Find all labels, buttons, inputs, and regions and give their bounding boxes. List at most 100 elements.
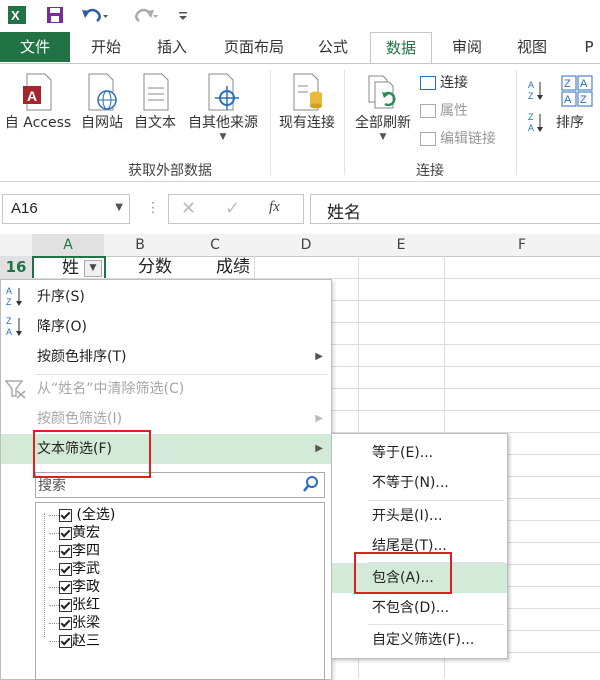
tab-page-layout[interactable]: 页面布局 (218, 32, 290, 62)
dropdown-arrow-icon: ▼ (219, 132, 227, 142)
refresh-icon (365, 72, 401, 112)
submenu-item-custom-filter[interactable]: 自定义筛选(F)... (332, 625, 507, 655)
refresh-all-label: 全部刷新 (355, 115, 411, 131)
checkbox-checked[interactable] (59, 598, 72, 612)
tab-view[interactable]: 视图 (508, 32, 556, 62)
list-item[interactable]: 李武 (49, 560, 100, 578)
formula-buttons: ✕ ✓ fx (168, 194, 304, 224)
ribbon-tab-bar: 文件 开始 插入 页面布局 公式 数据 审阅 视图 P (0, 32, 600, 64)
list-item[interactable]: 张梁 (49, 614, 100, 632)
access-icon: A (21, 72, 55, 112)
list-item-label: 李四 (72, 543, 100, 559)
tab-home[interactable]: 开始 (84, 32, 128, 62)
submenu-item-label: 等于(E)... (372, 445, 434, 461)
column-header-e[interactable]: E (358, 234, 445, 257)
save-icon[interactable] (44, 4, 66, 26)
check-icon[interactable]: ✓ (225, 198, 240, 219)
checkbox-checked[interactable] (59, 562, 72, 576)
menu-item-sort-by-color[interactable]: 按颜色排序(T) ▶ (1, 342, 331, 372)
formula-input[interactable]: 姓名 (310, 194, 600, 224)
chevron-right-icon: ▶ (315, 443, 323, 454)
menu-item-sort-descending[interactable]: ZA 降序(O) (1, 312, 331, 342)
close-icon[interactable]: ✕ (181, 198, 196, 219)
checkbox-checked[interactable] (59, 580, 72, 594)
cell-b16-text: 分数 (138, 257, 172, 277)
edit-links-icon (420, 132, 436, 146)
column-header-f[interactable]: F (444, 234, 600, 257)
checkbox-checked[interactable] (59, 508, 72, 522)
text-filter-submenu: 等于(E)... 不等于(N)... 开头是(I)... 结尾是(T)... 包… (331, 433, 508, 659)
svg-text:Z: Z (528, 112, 534, 122)
properties-icon (420, 104, 436, 118)
select-all-corner[interactable] (0, 234, 33, 257)
from-text-button[interactable]: 自文本 (130, 72, 180, 132)
list-item-select-all[interactable]: (全选) (49, 506, 115, 524)
from-other-sources-button[interactable]: 自其他来源 ▼ (182, 72, 264, 142)
svg-text:A: A (528, 80, 534, 90)
properties-button[interactable]: 属性 (420, 100, 468, 122)
group-separator (516, 70, 517, 175)
checkbox-checked[interactable] (59, 526, 72, 540)
from-text-label: 自文本 (134, 115, 176, 131)
from-access-button[interactable]: A 自 Access (2, 72, 74, 132)
submenu-item-does-not-contain[interactable]: 不包含(D)... (332, 593, 507, 623)
name-box[interactable]: A16 ▼ (2, 194, 130, 224)
list-item[interactable]: 李政 (49, 578, 100, 596)
svg-text:A: A (6, 327, 12, 337)
refresh-all-button[interactable]: 全部刷新 ▼ (350, 72, 416, 142)
name-box-value: A16 (11, 200, 38, 217)
column-header-b[interactable]: B (104, 234, 177, 257)
cell-b16[interactable]: 分数 (104, 256, 176, 278)
submenu-item-equals[interactable]: 等于(E)... (332, 438, 507, 468)
search-icon[interactable] (302, 475, 320, 497)
cell-c16[interactable]: 成绩 (176, 256, 254, 278)
tab-data[interactable]: 数据 (370, 32, 432, 64)
list-item[interactable]: 李四 (49, 542, 100, 560)
tab-review[interactable]: 审阅 (442, 32, 492, 62)
column-header-c[interactable]: C (176, 234, 255, 257)
web-icon (85, 72, 119, 112)
redo-icon[interactable] (130, 4, 160, 26)
submenu-item-not-equals[interactable]: 不等于(N)... (332, 468, 507, 498)
edit-links-button[interactable]: 编辑链接 (420, 128, 496, 150)
menu-item-sort-ascending[interactable]: AZ 升序(S) (1, 282, 331, 312)
row-header-16[interactable]: 16 (0, 256, 34, 278)
column-header-a[interactable]: A (32, 234, 105, 258)
sort-button[interactable]: ZAAZ 排序 (556, 72, 600, 132)
submenu-item-label: 不等于(N)... (372, 475, 449, 491)
list-item[interactable]: 黄宏 (49, 524, 100, 542)
menu-item-clear-filter[interactable]: 从“姓名”中清除筛选(C) (1, 374, 331, 404)
sort-descending-small-icon[interactable]: ZA (526, 110, 546, 134)
list-item[interactable]: 张红 (49, 596, 100, 614)
sort-ascending-small-icon[interactable]: AZ (526, 78, 546, 102)
checkbox-checked[interactable] (59, 634, 72, 648)
list-item-label: 黄宏 (72, 525, 100, 541)
existing-connections-button[interactable]: 现有连接 (272, 72, 342, 132)
connections-button[interactable]: 连接 (420, 72, 468, 94)
quick-access-toolbar: X (0, 0, 600, 32)
svg-text:Z: Z (6, 316, 12, 326)
undo-icon[interactable] (80, 4, 110, 26)
get-external-data-group-label: 获取外部数据 (128, 163, 212, 179)
svg-text:X: X (11, 8, 20, 23)
checkbox-checked[interactable] (59, 544, 72, 558)
filter-dropdown-button[interactable]: ▼ (84, 260, 102, 277)
customize-quick-access-icon[interactable] (176, 4, 190, 26)
checkbox-checked[interactable] (59, 616, 72, 630)
existing-connections-label: 现有连接 (279, 115, 335, 131)
list-item[interactable]: 赵三 (49, 632, 100, 650)
gridline (254, 256, 255, 280)
connections-group-label: 连接 (416, 163, 444, 179)
tab-more[interactable]: P (578, 32, 600, 62)
tab-formulas[interactable]: 公式 (310, 32, 356, 62)
chevron-down-icon[interactable]: ▼ (115, 202, 123, 213)
fx-icon[interactable]: fx (269, 199, 280, 216)
column-header-d[interactable]: D (254, 234, 359, 257)
cell-a16[interactable]: 姓 ▼ (32, 256, 106, 280)
from-web-button[interactable]: 自网站 (76, 72, 128, 132)
from-other-sources-label: 自其他来源 (188, 115, 258, 131)
tab-file[interactable]: 文件 (0, 32, 70, 62)
tab-insert[interactable]: 插入 (150, 32, 194, 62)
connections-icon (420, 76, 436, 90)
submenu-item-begins-with[interactable]: 开头是(I)... (332, 501, 507, 531)
